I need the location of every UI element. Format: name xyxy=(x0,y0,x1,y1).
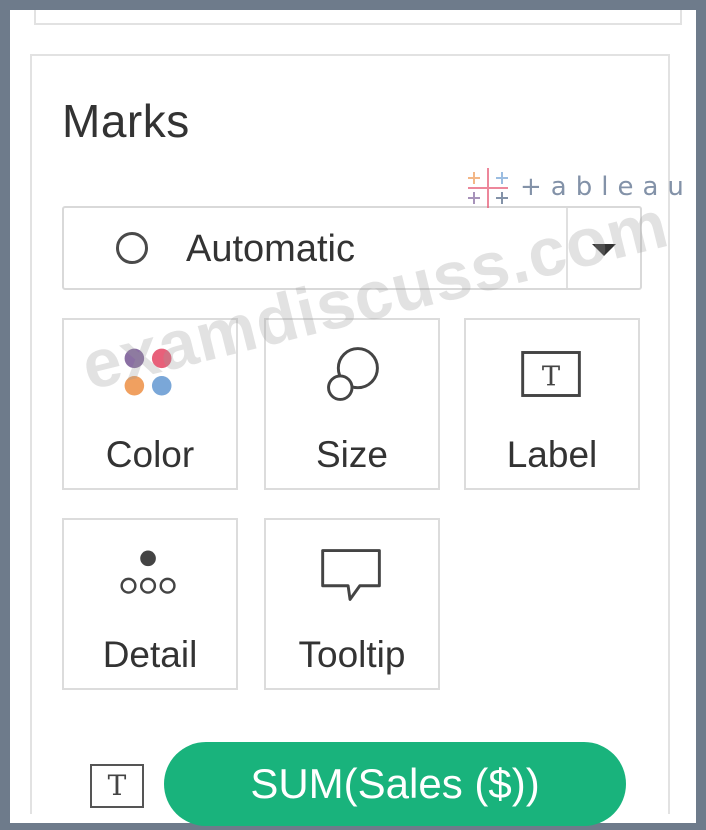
detail-dots-icon xyxy=(120,550,176,594)
label-shelf-label: Label xyxy=(506,434,598,475)
chevron-down-icon[interactable] xyxy=(592,244,616,256)
tooltip-shelf-label: Tooltip xyxy=(298,634,406,675)
color-shelf-button[interactable]: Color xyxy=(62,318,238,490)
tableau-logo-watermark: +ableau xyxy=(462,162,706,222)
color-dots-icon xyxy=(124,348,172,396)
tooltip-shelf-button[interactable]: Tooltip xyxy=(264,518,440,690)
text-box-icon: T xyxy=(521,351,581,397)
detail-shelf-label: Detail xyxy=(102,634,198,675)
tableau-watermark-text: +ableau xyxy=(520,172,693,202)
marks-panel-frame: Marks Automatic Color Size T Label Detai… xyxy=(10,10,696,826)
svg-text:T: T xyxy=(542,362,560,393)
label-shelf-button[interactable]: T Label xyxy=(464,318,640,490)
color-shelf-label: Color xyxy=(105,434,195,475)
sum-sales-pill[interactable]: SUM(Sales ($)) xyxy=(164,742,626,826)
size-shelf-label: Size xyxy=(316,434,388,475)
label-field-row: T SUM(Sales ($)) xyxy=(32,742,672,826)
size-shelf-button[interactable]: Size xyxy=(264,318,440,490)
mark-type-value: Automatic xyxy=(186,228,355,270)
detail-shelf-button[interactable]: Detail xyxy=(62,518,238,690)
previous-card-edge xyxy=(34,10,682,25)
marks-card-title: Marks xyxy=(62,95,190,147)
size-circles-icon xyxy=(327,347,379,401)
text-box-icon[interactable]: T xyxy=(90,764,144,808)
tableau-cross-icon xyxy=(468,168,508,208)
circle-icon xyxy=(116,232,148,264)
speech-bubble-icon xyxy=(321,549,381,601)
